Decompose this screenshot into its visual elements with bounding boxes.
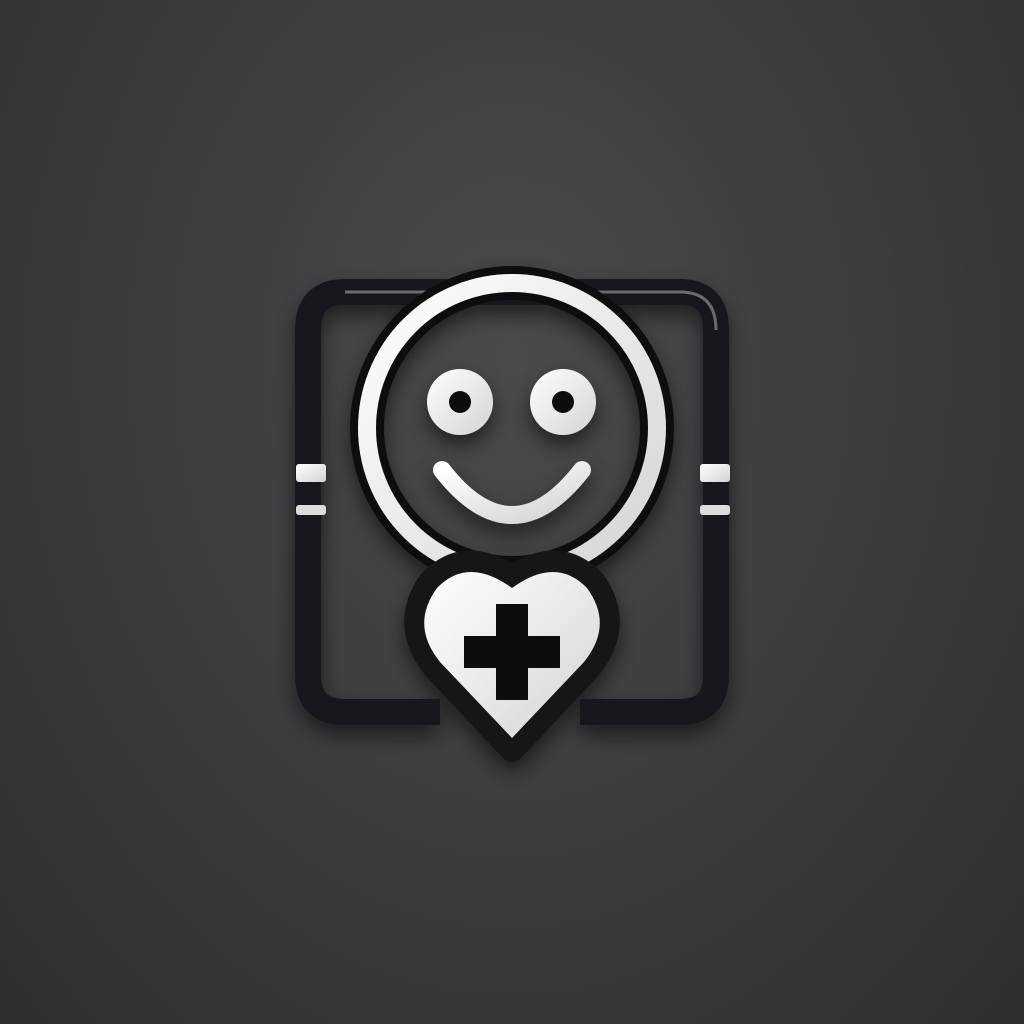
- face-circle: [358, 274, 666, 582]
- right-eye-icon: [530, 369, 596, 435]
- left-eye-icon: [427, 369, 493, 435]
- smile-icon: [433, 461, 591, 524]
- left-notch: [296, 464, 326, 482]
- app-logo: [295, 266, 730, 762]
- right-notch: [700, 464, 730, 482]
- left-notch-lower: [296, 505, 326, 515]
- right-notch-lower: [700, 505, 730, 515]
